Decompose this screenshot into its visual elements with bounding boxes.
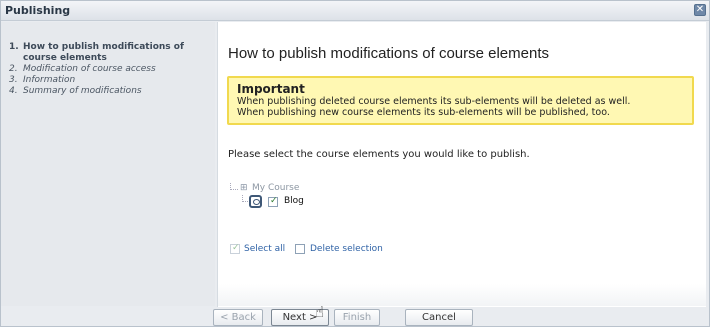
dialog-titlebar: Publishing ✕	[1, 1, 709, 21]
step-1: 1. How to publish modifications of cours…	[1, 42, 215, 64]
instruction-text: Please select the course elements you wo…	[228, 149, 530, 160]
page-title: How to publish modifications of course e…	[228, 45, 549, 62]
step-4: 4. Summary of modifications	[1, 86, 215, 97]
dialog-title: Publishing	[5, 4, 71, 17]
wizard-steps-list: 1. How to publish modifications of cours…	[1, 42, 215, 97]
step-3: 3. Information	[1, 75, 215, 86]
content-footer	[218, 284, 706, 306]
back-button[interactable]: < Back	[213, 309, 263, 326]
blog-checkbox[interactable]	[268, 196, 278, 207]
tree-node-blog: Blog	[242, 195, 382, 209]
hand-cursor-icon: ☝	[315, 303, 325, 321]
step-label: Information	[23, 75, 76, 85]
wizard-steps-sidebar: 1. How to publish modifications of cours…	[1, 22, 215, 306]
step-number: 3.	[9, 75, 18, 85]
tree-root-label: My Course	[252, 183, 300, 193]
step-number: 4.	[9, 86, 18, 96]
close-icon[interactable]: ✕	[694, 4, 706, 16]
finish-button[interactable]: Finish	[334, 309, 380, 326]
delete-selection-checkbox[interactable]	[295, 244, 305, 254]
tree-node-label: Blog	[284, 196, 304, 206]
step-number: 2.	[9, 64, 18, 74]
tree-connector	[242, 195, 248, 202]
tree-root-node: ⊞ My Course	[230, 183, 350, 195]
wizard-content: How to publish modifications of course e…	[217, 22, 706, 307]
wizard-button-bar: < Back Next > Finish Cancel	[1, 307, 709, 326]
notice-title: Important	[237, 82, 305, 96]
selection-controls: Select all Delete selection	[230, 243, 490, 256]
cancel-button[interactable]: Cancel	[405, 309, 473, 326]
step-number: 1.	[9, 42, 19, 52]
notice-line-1: When publishing deleted course elements …	[237, 96, 631, 107]
important-notice: Important When publishing deleted course…	[227, 76, 694, 125]
course-structure-icon: ⊞	[240, 183, 248, 193]
delete-selection-link[interactable]: Delete selection	[310, 244, 383, 255]
publishing-dialog: Publishing ✕ 1. How to publish modificat…	[0, 0, 710, 327]
tree-connector	[230, 183, 238, 190]
notice-line-2: When publishing new course elements its …	[237, 107, 610, 118]
select-all-link[interactable]: Select all	[244, 244, 285, 255]
blog-icon	[249, 195, 262, 208]
step-label: Summary of modifications	[23, 86, 142, 96]
select-all-checkbox[interactable]	[230, 243, 240, 254]
step-2: 2. Modification of course access	[1, 64, 215, 75]
step-label: Modification of course access	[23, 64, 156, 74]
step-label: How to publish modifications of course e…	[23, 42, 184, 63]
